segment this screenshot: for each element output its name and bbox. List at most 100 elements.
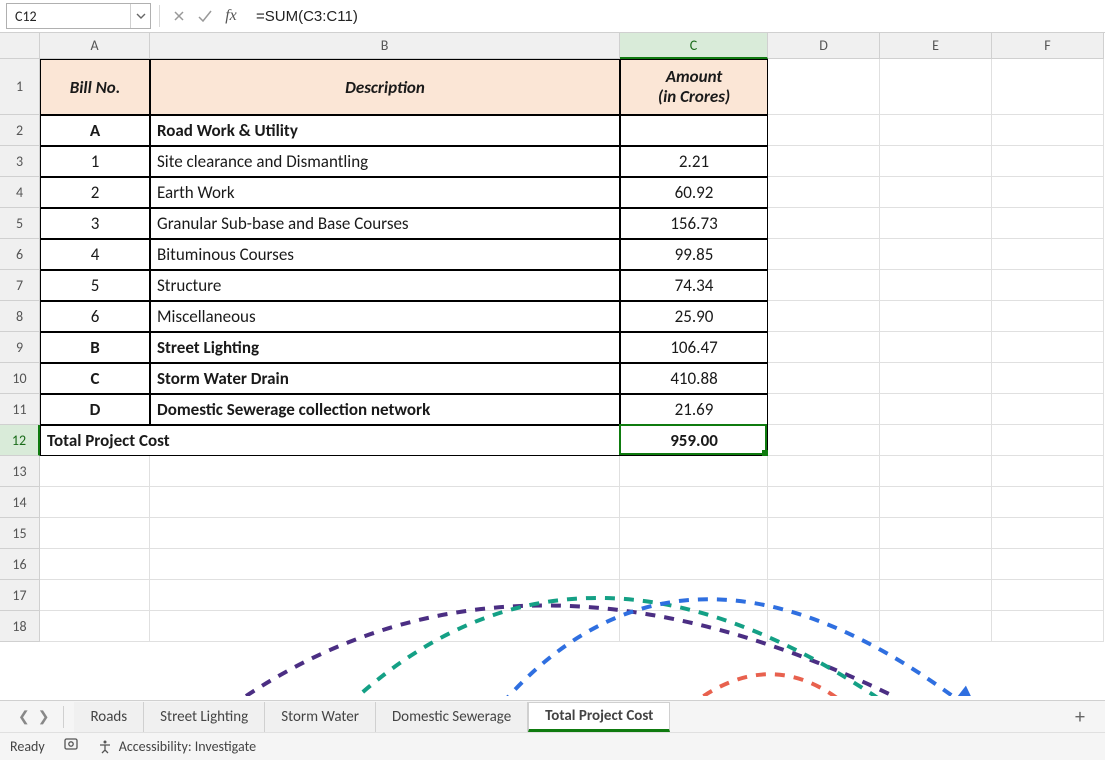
sheet-tab-domestic-sewerage[interactable]: Domestic Sewerage — [376, 702, 528, 732]
spreadsheet-grid[interactable]: ABCDEF 123456789101112131415161718 Bill … — [0, 33, 1105, 696]
cell-A16[interactable] — [40, 549, 150, 580]
cell-A6[interactable]: 4 — [40, 239, 150, 270]
row-header-2[interactable]: 2 — [0, 115, 40, 146]
record-macro-icon[interactable] — [63, 736, 79, 757]
cell-C4[interactable]: 60.92 — [620, 177, 768, 208]
cell-D18[interactable] — [768, 611, 880, 642]
cell-D6[interactable] — [768, 239, 880, 270]
cell-F9[interactable] — [992, 332, 1104, 363]
cell-A8[interactable]: 6 — [40, 301, 150, 332]
cell-B15[interactable] — [150, 518, 620, 549]
cell-F13[interactable] — [992, 456, 1104, 487]
cell-D10[interactable] — [768, 363, 880, 394]
cell-F5[interactable] — [992, 208, 1104, 239]
cell-A14[interactable] — [40, 487, 150, 518]
column-header-F[interactable]: F — [992, 33, 1104, 59]
row-header-5[interactable]: 5 — [0, 208, 40, 239]
cell-F3[interactable] — [992, 146, 1104, 177]
row-header-10[interactable]: 10 — [0, 363, 40, 394]
row-header-18[interactable]: 18 — [0, 611, 40, 642]
column-header-E[interactable]: E — [880, 33, 992, 59]
cell-B17[interactable] — [150, 580, 620, 611]
cell-C15[interactable] — [620, 518, 768, 549]
row-header-3[interactable]: 3 — [0, 146, 40, 177]
cell-B10[interactable]: Storm Water Drain — [150, 363, 620, 394]
formula-input[interactable] — [246, 3, 1099, 29]
cell-D11[interactable] — [768, 394, 880, 425]
cell-C10[interactable]: 410.88 — [620, 363, 768, 394]
name-box-dropdown-icon[interactable] — [130, 4, 150, 28]
cell-D3[interactable] — [768, 146, 880, 177]
cell-B2[interactable]: Road Work & Utility — [150, 115, 620, 146]
cell-A18[interactable] — [40, 611, 150, 642]
cell-D9[interactable] — [768, 332, 880, 363]
cell-E14[interactable] — [880, 487, 992, 518]
cell-A11[interactable]: D — [40, 394, 150, 425]
row-header-16[interactable]: 16 — [0, 549, 40, 580]
accessibility-button[interactable]: Accessibility: Investigate — [97, 738, 256, 755]
cell-C18[interactable] — [620, 611, 768, 642]
cell-F14[interactable] — [992, 487, 1104, 518]
cell-A12-B12-merged[interactable]: Total Project Cost — [40, 425, 620, 456]
cell-C5[interactable]: 156.73 — [620, 208, 768, 239]
cell-B13[interactable] — [150, 456, 620, 487]
cell-C3[interactable]: 2.21 — [620, 146, 768, 177]
row-header-13[interactable]: 13 — [0, 456, 40, 487]
sheet-tab-storm-water[interactable]: Storm Water — [265, 702, 376, 732]
cell-E13[interactable] — [880, 456, 992, 487]
cell-A7[interactable]: 5 — [40, 270, 150, 301]
cell-C7[interactable]: 74.34 — [620, 270, 768, 301]
cell-D4[interactable] — [768, 177, 880, 208]
cell-A1[interactable]: Bill No. — [40, 59, 150, 115]
cell-C12[interactable]: 959.00 — [620, 425, 768, 456]
cell-F7[interactable] — [992, 270, 1104, 301]
cancel-icon[interactable] — [168, 5, 190, 27]
cell-C1[interactable]: Amount(in Crores) — [620, 59, 768, 115]
cell-C9[interactable]: 106.47 — [620, 332, 768, 363]
enter-icon[interactable] — [194, 5, 216, 27]
cell-F17[interactable] — [992, 580, 1104, 611]
column-header-A[interactable]: A — [40, 33, 150, 59]
row-header-17[interactable]: 17 — [0, 580, 40, 611]
cell-A15[interactable] — [40, 518, 150, 549]
cell-C6[interactable]: 99.85 — [620, 239, 768, 270]
cell-F15[interactable] — [992, 518, 1104, 549]
cell-D8[interactable] — [768, 301, 880, 332]
cell-E8[interactable] — [880, 301, 992, 332]
cell-E15[interactable] — [880, 518, 992, 549]
cell-E2[interactable] — [880, 115, 992, 146]
row-header-12[interactable]: 12 — [0, 425, 40, 456]
cell-B11[interactable]: Domestic Sewerage collection network — [150, 394, 620, 425]
cell-D13[interactable] — [768, 456, 880, 487]
cell-A4[interactable]: 2 — [40, 177, 150, 208]
cell-B16[interactable] — [150, 549, 620, 580]
cell-F1[interactable] — [992, 59, 1104, 115]
cell-B1[interactable]: Description — [150, 59, 620, 115]
cell-A10[interactable]: C — [40, 363, 150, 394]
cell-E12[interactable] — [880, 425, 992, 456]
cell-C17[interactable] — [620, 580, 768, 611]
row-header-14[interactable]: 14 — [0, 487, 40, 518]
row-header-15[interactable]: 15 — [0, 518, 40, 549]
cell-F4[interactable] — [992, 177, 1104, 208]
row-header-8[interactable]: 8 — [0, 301, 40, 332]
cell-A5[interactable]: 3 — [40, 208, 150, 239]
cell-E6[interactable] — [880, 239, 992, 270]
cell-B9[interactable]: Street Lighting — [150, 332, 620, 363]
cell-F2[interactable] — [992, 115, 1104, 146]
next-sheet-icon[interactable]: ❯ — [38, 708, 50, 725]
cell-F6[interactable] — [992, 239, 1104, 270]
cell-B5[interactable]: Granular Sub-base and Base Courses — [150, 208, 620, 239]
cell-C11[interactable]: 21.69 — [620, 394, 768, 425]
cell-B14[interactable] — [150, 487, 620, 518]
cell-D2[interactable] — [768, 115, 880, 146]
cell-D5[interactable] — [768, 208, 880, 239]
select-all-corner[interactable] — [0, 33, 40, 59]
column-header-B[interactable]: B — [150, 33, 620, 59]
cell-D15[interactable] — [768, 518, 880, 549]
cell-E7[interactable] — [880, 270, 992, 301]
cell-A9[interactable]: B — [40, 332, 150, 363]
row-header-1[interactable]: 1 — [0, 59, 40, 115]
column-header-D[interactable]: D — [768, 33, 880, 59]
cell-F18[interactable] — [992, 611, 1104, 642]
